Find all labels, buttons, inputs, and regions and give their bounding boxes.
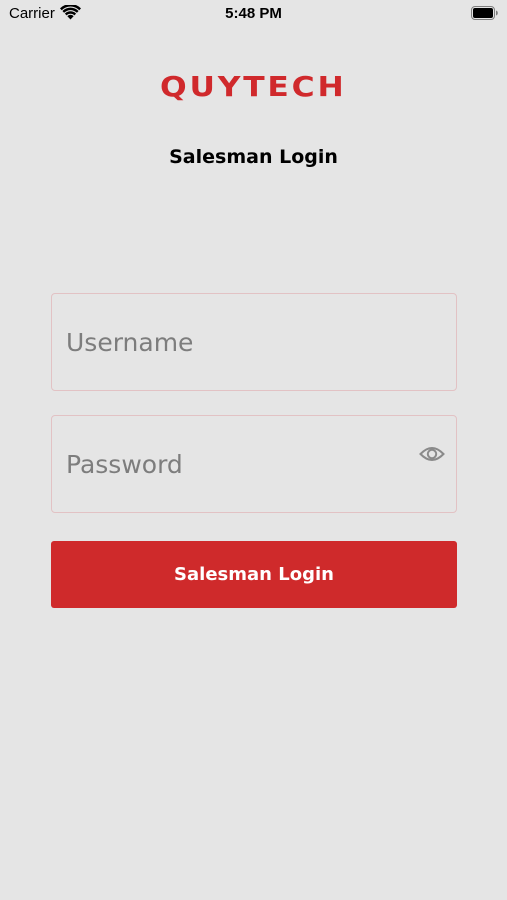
username-input[interactable]	[66, 294, 406, 390]
password-field[interactable]	[51, 415, 457, 513]
username-field[interactable]	[51, 293, 457, 391]
password-input[interactable]	[66, 416, 406, 512]
eye-icon[interactable]	[419, 443, 445, 465]
logo: QUYTECH	[0, 70, 507, 103]
battery-icon	[471, 6, 498, 20]
status-time: 5:48 PM	[225, 5, 282, 22]
login-screen: Carrier 5:48 PM QUYTECH Salesman Login S…	[0, 0, 507, 900]
logo-text: QUYTECH	[160, 70, 347, 103]
salesman-login-button[interactable]: Salesman Login	[51, 541, 457, 608]
page-title: Salesman Login	[169, 146, 338, 168]
status-bar: Carrier 5:48 PM	[0, 0, 507, 30]
